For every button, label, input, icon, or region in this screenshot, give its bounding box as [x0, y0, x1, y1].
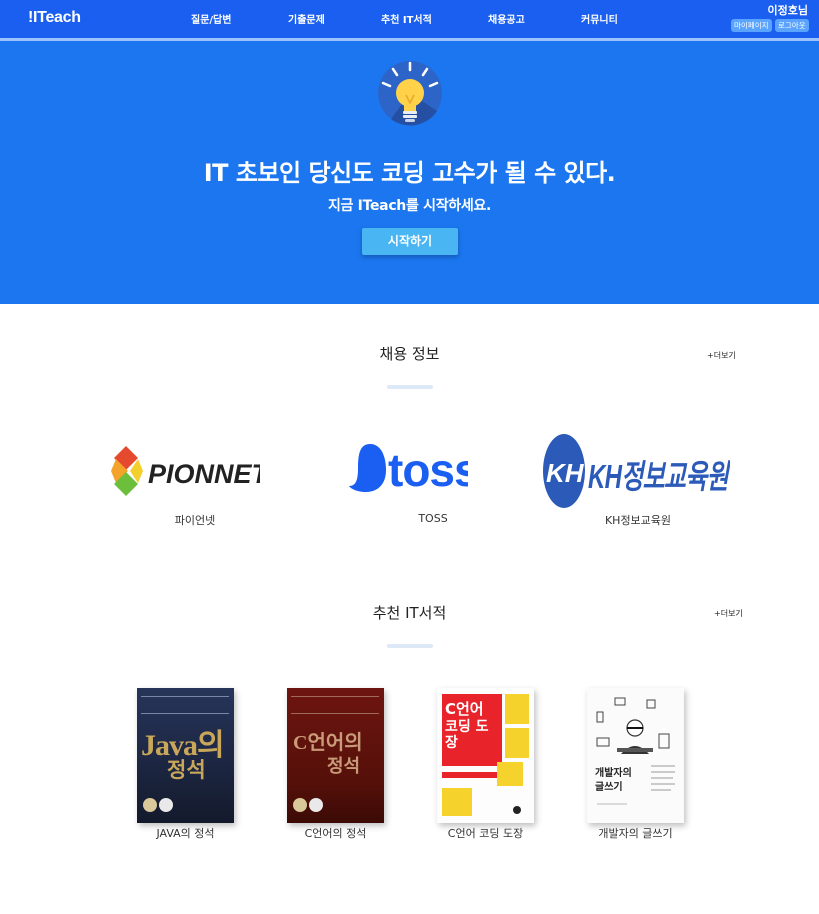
jobs-more-link[interactable]: +더보기	[707, 350, 736, 361]
job-name-toss[interactable]: TOSS	[388, 512, 478, 525]
book-cover-block	[505, 694, 529, 724]
book-cover-dev-writing[interactable]: 개발자의 글쓰기	[587, 688, 684, 823]
hero-subtitle: 지금 ITeach를 시작하세요.	[327, 198, 492, 214]
book-cover-java[interactable]: Java의 정석	[137, 688, 234, 823]
book-cover-subtitle: 글쓰기	[595, 782, 623, 793]
books-title-underline	[387, 644, 433, 648]
lightbulb-icon	[378, 61, 442, 126]
dot-icon	[513, 806, 521, 814]
book-name-c[interactable]: C언어의 정석	[287, 825, 384, 841]
kh-logo-text: KH정보교육원	[588, 458, 730, 495]
book-cover-coding-dojo[interactable]: C언어 코딩 도장	[437, 688, 534, 823]
book-cover-subtitle: 코딩 도장	[445, 719, 489, 751]
kh-mark-icon: KH KH정보교육원	[543, 434, 732, 508]
top-navbar: !ITeach 질문/답변 기출문제 추천 IT서적 채용공고 커뮤니티 이정호…	[0, 0, 819, 38]
hero-title: IT 초보인 당신도 코딩 고수가 될 수 있다.	[203, 159, 616, 187]
nav-item-qna[interactable]: 질문/답변	[191, 11, 231, 26]
pionnet-logo-text: PIONNET	[148, 459, 260, 489]
book-cover-subtitle: 정석	[327, 756, 361, 777]
book-cover-illustration	[596, 697, 675, 805]
logout-button[interactable]: 로그아웃	[775, 19, 809, 32]
book-cover-rule	[141, 696, 229, 714]
toss-logo-text: toss	[388, 444, 468, 496]
mypage-button[interactable]: 마이페이지	[731, 19, 772, 32]
pionnet-logo[interactable]: PIONNET	[110, 443, 271, 499]
kh-mark-text: KH	[546, 458, 585, 488]
book-cover-block	[505, 728, 529, 758]
badge-icon	[293, 798, 307, 812]
nav-item-books[interactable]: 추천 IT서적	[381, 11, 432, 26]
book-cover-title: C언어의	[293, 732, 363, 754]
kh-logo[interactable]: KH KH정보교육원	[542, 432, 732, 510]
badge-icon	[159, 798, 173, 812]
book-cover-title: 개발자의	[595, 768, 632, 779]
brand-logo[interactable]: !ITeach	[28, 9, 81, 27]
nav-item-exams[interactable]: 기출문제	[288, 11, 325, 26]
nav-item-community[interactable]: 커뮤니티	[581, 11, 618, 26]
toss-logo[interactable]: toss	[348, 440, 480, 496]
user-name: 이정호님	[767, 4, 808, 17]
books-section-title: 추천 IT서적	[372, 604, 447, 622]
job-name-kh[interactable]: KH정보교육원	[583, 512, 693, 528]
book-name-dev-writing[interactable]: 개발자의 글쓰기	[587, 825, 684, 841]
book-cover-block	[442, 788, 472, 816]
toss-mark-icon: toss	[349, 444, 480, 496]
jobs-section-title: 채용 정보	[379, 345, 440, 363]
book-cover-block	[442, 772, 498, 778]
book-cover-block	[497, 762, 523, 786]
job-name-pionnet[interactable]: 파이언넷	[150, 512, 240, 528]
book-cover-c[interactable]: C언어의 정석	[287, 688, 384, 823]
pionnet-mark-icon: PIONNET	[111, 446, 271, 496]
book-cover-title: C언어	[445, 700, 484, 718]
book-name-java[interactable]: JAVA의 정석	[137, 825, 234, 841]
nav-item-jobs[interactable]: 채용공고	[488, 11, 525, 26]
badge-icon	[143, 798, 157, 812]
jobs-title-underline	[387, 385, 433, 389]
start-button[interactable]: 시작하기	[362, 228, 458, 255]
hero-banner: IT 초보인 당신도 코딩 고수가 될 수 있다. 지금 ITeach를 시작하…	[0, 41, 819, 304]
badge-icon	[309, 798, 323, 812]
book-cover-subtitle: 정석	[167, 758, 206, 782]
book-name-coding-dojo[interactable]: C언어 코딩 도장	[437, 825, 534, 841]
books-more-link[interactable]: +더보기	[714, 608, 743, 619]
book-cover-rule	[291, 696, 379, 714]
